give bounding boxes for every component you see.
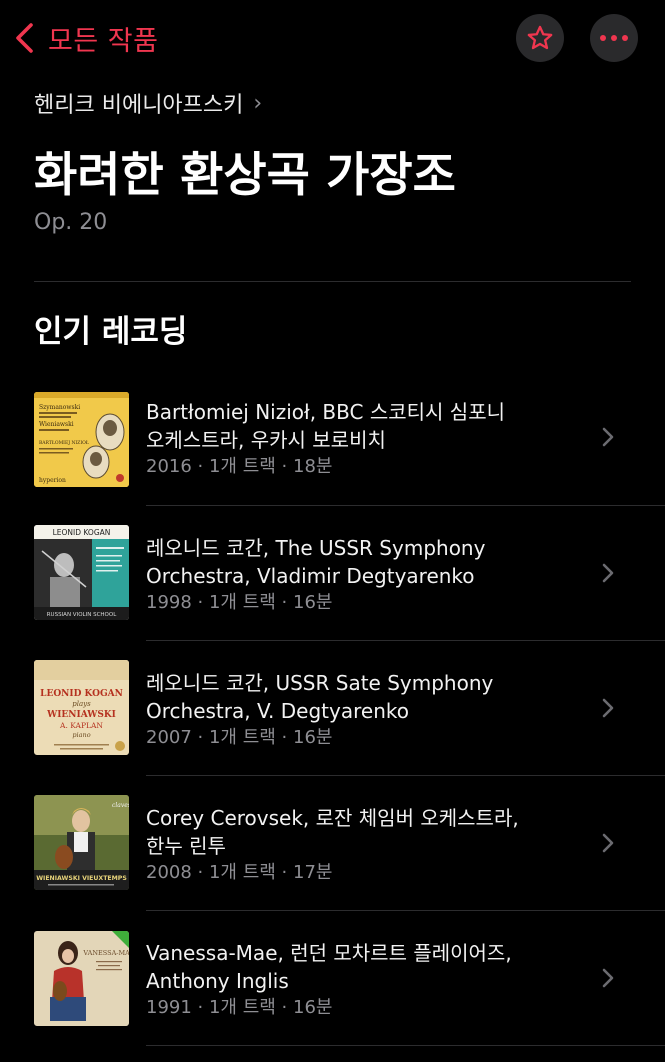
chevron-right-icon (602, 833, 614, 853)
cover-text-bottom: WIENIAWSKI VIEUXTEMPS (36, 875, 127, 882)
back-label: 모든 작품 (48, 25, 159, 57)
album-cover-cerovsek: claves WIENIAWSKI VIEUXTEMPS (34, 795, 129, 890)
recording-artists-line1: 레오니드 코간, USSR Sate Symphony (146, 671, 494, 695)
chevron-right-icon (602, 698, 614, 718)
cover-text-line5: piano (72, 731, 90, 739)
cover-label: hyperion (39, 477, 66, 484)
chevron-right-icon (602, 563, 614, 583)
cover-text-top: Szymanowski (39, 404, 80, 411)
recording-artists-line1: Bartłomiej Nizioł, BBC 스코티시 심포니 (146, 400, 505, 424)
recording-artists-line2: Orchestra, V. Degtyarenko (146, 699, 409, 723)
recording-info: 레오니드 코간, The USSR Symphony Orchestra, Vl… (146, 534, 566, 616)
cover-title: VANESSA-MAE (82, 949, 129, 957)
cover-text-bottom: RUSSIAN VIOLIN SCHOOL (47, 612, 117, 618)
recording-info: Vanessa-Mae, 런던 모차르트 플레이어즈, Anthony Ingl… (146, 939, 566, 1021)
recording-row[interactable]: Szymanowski Wieniawski BARTŁOMIEJ NIZIOŁ… (0, 370, 665, 504)
recording-meta: 2007 · 1개 트랙 · 16분 (146, 727, 333, 748)
cover-label: claves (112, 802, 129, 809)
album-cover-kogan-plays-wieniawski: LEONID KOGAN plays WIENIAWSKI A. KAPLAN … (34, 660, 129, 755)
album-art: LEONID KOGAN RUSSIAN VIOLIN SCHOOL (34, 525, 129, 620)
opus-number: Op. 20 (34, 210, 108, 235)
album-art: Szymanowski Wieniawski BARTŁOMIEJ NIZIOŁ… (34, 392, 129, 487)
recording-meta: 1991 · 1개 트랙 · 16분 (146, 997, 333, 1018)
cover-text-line4: A. KAPLAN (59, 721, 103, 730)
star-icon (527, 25, 553, 50)
recording-artists-line1: 레오니드 코간, The USSR Symphony (146, 536, 486, 560)
cover-text-line1: LEONID KOGAN (40, 689, 123, 699)
album-art: VANESSA-MAE (34, 931, 129, 1026)
recording-info: Bartłomiej Nizioł, BBC 스코티시 심포니 오케스트라, 우… (146, 398, 566, 480)
cover-text-top: LEONID KOGAN (53, 528, 111, 537)
album-art: LEONID KOGAN plays WIENIAWSKI A. KAPLAN … (34, 660, 129, 755)
work-title: 화려한 환상곡 가장조 (34, 148, 456, 203)
album-cover-nizioł: Szymanowski Wieniawski BARTŁOMIEJ NIZIOŁ… (34, 392, 129, 487)
composer-name: 헨리크 비에니아프스키 (34, 93, 244, 118)
recording-row[interactable]: VANESSA-MAE Vanessa-Mae, 런던 모차르트 플레이어즈, … (0, 911, 665, 1045)
recording-info: 레오니드 코간, USSR Sate Symphony Orchestra, V… (146, 669, 566, 751)
recording-meta: 2008 · 1개 트랙 · 17분 (146, 862, 333, 883)
recording-row[interactable]: claves WIENIAWSKI VIEUXTEMPS Corey Cerov… (0, 776, 665, 910)
chevron-left-icon (16, 23, 33, 53)
recording-row[interactable]: LEONID KOGAN RUSSIAN VIOLIN SCHOOL 레오니드 … (0, 506, 665, 640)
recording-artists-line1: Vanessa-Mae, 런던 모차르트 플레이어즈, (146, 941, 512, 965)
chevron-right-icon: › (253, 90, 263, 116)
chevron-right-icon (602, 427, 614, 447)
cover-text-mid: Wieniawski (39, 421, 74, 428)
cover-text-name: BARTŁOMIEJ NIZIOŁ (39, 440, 89, 446)
recording-artists-line2: Anthony Inglis (146, 969, 289, 993)
recording-row[interactable]: LEONID KOGAN plays WIENIAWSKI A. KAPLAN … (0, 641, 665, 775)
recording-meta: 2016 · 1개 트랙 · 18분 (146, 456, 333, 477)
album-cover-vanessa-mae: VANESSA-MAE (34, 931, 129, 1026)
section-title: 인기 레코딩 (34, 314, 188, 350)
recording-artists-line2: 한누 린투 (146, 834, 226, 858)
cover-text-line3: WIENIAWSKI (46, 710, 116, 720)
recording-meta: 1998 · 1개 트랙 · 16분 (146, 592, 333, 613)
recording-artists-line1: Corey Cerovsek, 로잔 체임버 오케스트라, (146, 806, 519, 830)
album-art: claves WIENIAWSKI VIEUXTEMPS (34, 795, 129, 890)
favorite-button[interactable] (516, 14, 564, 62)
chevron-right-icon (602, 968, 614, 988)
back-button[interactable]: 모든 작품 (12, 16, 158, 60)
composer-link[interactable]: 헨리크 비에니아프스키 › (34, 86, 262, 120)
recording-artists-line2: 오케스트라, 우카시 보로비치 (146, 428, 386, 452)
recording-info: Corey Cerovsek, 로잔 체임버 오케스트라, 한누 린투 2008… (146, 804, 566, 886)
cover-text-line2: plays (72, 700, 91, 708)
recording-artists-line2: Orchestra, Vladimir Degtyarenko (146, 564, 475, 588)
navigation-bar: 모든 작품 (0, 0, 665, 76)
more-button[interactable] (590, 14, 638, 62)
album-cover-kogan-russian-violin-school: LEONID KOGAN RUSSIAN VIOLIN SCHOOL (34, 525, 129, 620)
row-divider (146, 1045, 665, 1046)
ellipsis-icon (600, 35, 628, 41)
header-divider (34, 281, 631, 282)
